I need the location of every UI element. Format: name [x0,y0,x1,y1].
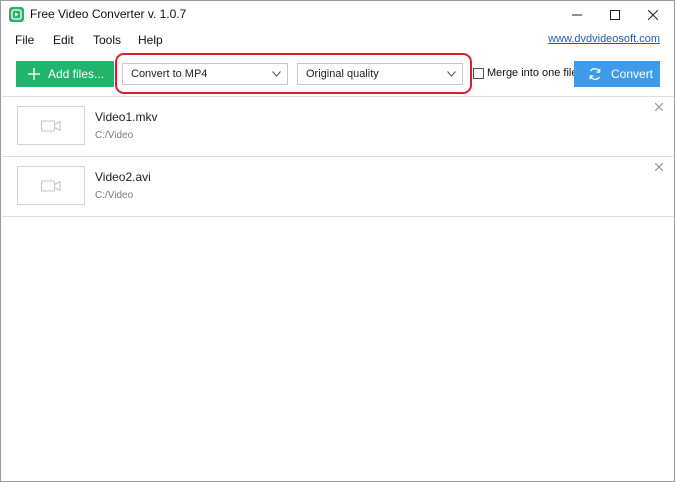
video-camera-icon [41,180,61,191]
window-title: Free Video Converter v. 1.0.7 [30,7,187,21]
chevron-down-icon [447,71,456,77]
maximize-icon [610,10,620,20]
format-dropdown[interactable]: Convert to MP4 [122,63,288,85]
plus-icon [28,68,40,80]
remove-file-button[interactable] [655,163,663,171]
quality-value: Original quality [306,68,379,80]
chevron-down-icon [272,71,281,77]
minimize-icon [572,14,582,16]
add-files-button[interactable]: Add files... [16,61,114,87]
close-icon [655,103,663,111]
menu-edit[interactable]: Edit [53,33,74,47]
list-item[interactable]: Video2.avi C:/Video [2,157,674,217]
merge-label: Merge into one file [487,67,578,79]
refresh-icon [588,67,602,81]
close-icon [648,10,658,20]
file-path: C:/Video [95,130,134,141]
video-camera-icon [41,120,61,131]
close-icon [655,163,663,171]
merge-checkbox[interactable] [473,67,484,79]
website-link[interactable]: www.dvdvideosoft.com [548,33,660,45]
file-name: Video2.avi [95,170,151,184]
app-window: Free Video Converter v. 1.0.7 File Edit … [0,0,675,482]
title-bar: Free Video Converter v. 1.0.7 [1,1,674,29]
convert-label: Convert [611,67,654,81]
add-files-label: Add files... [48,67,105,81]
video-thumbnail [17,106,85,145]
file-path: C:/Video [95,190,134,201]
close-button[interactable] [630,1,675,29]
video-thumbnail [17,166,85,205]
quality-dropdown[interactable]: Original quality [297,63,463,85]
format-value: Convert to MP4 [131,68,208,80]
menu-bar: File Edit Tools Help www.dvdvideosoft.co… [1,29,674,51]
menu-file[interactable]: File [15,33,34,47]
app-logo-icon [9,7,24,22]
menu-tools[interactable]: Tools [93,33,121,47]
file-name: Video1.mkv [95,110,158,124]
menu-help[interactable]: Help [138,33,163,47]
list-item[interactable]: Video1.mkv C:/Video [2,97,674,157]
remove-file-button[interactable] [655,103,663,111]
convert-button[interactable]: Convert [574,61,660,87]
merge-option[interactable]: Merge into one file [473,67,578,79]
